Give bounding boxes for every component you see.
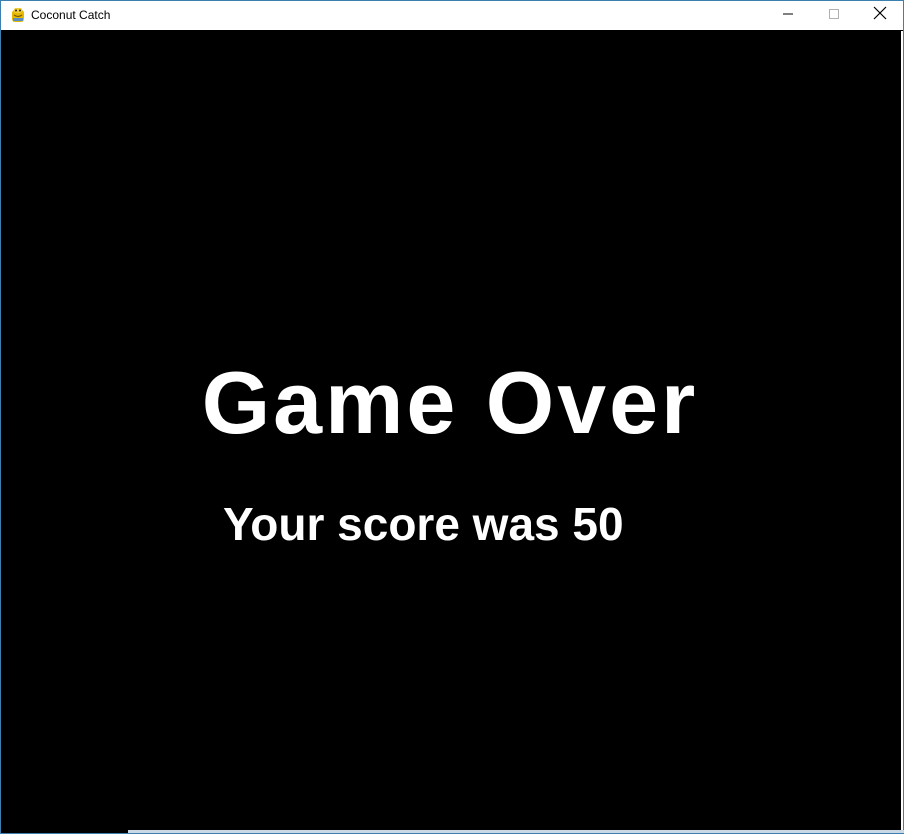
close-icon — [873, 6, 887, 25]
close-button[interactable] — [857, 1, 903, 30]
minimize-button[interactable] — [765, 1, 811, 30]
game-window: Coconut Catch Game Over Your score was 5… — [0, 0, 904, 834]
maximize-button[interactable] — [811, 1, 857, 30]
maximize-icon — [828, 7, 840, 25]
minimize-icon — [782, 7, 794, 25]
taskbar-edge — [128, 830, 904, 833]
title-bar[interactable]: Coconut Catch — [1, 1, 903, 30]
pygame-snake-icon — [10, 7, 26, 23]
window-title: Coconut Catch — [31, 8, 111, 22]
game-over-heading: Game Over — [201, 353, 699, 452]
window-right-edge — [901, 31, 903, 831]
final-score-text: Your score was 50 — [223, 498, 624, 550]
